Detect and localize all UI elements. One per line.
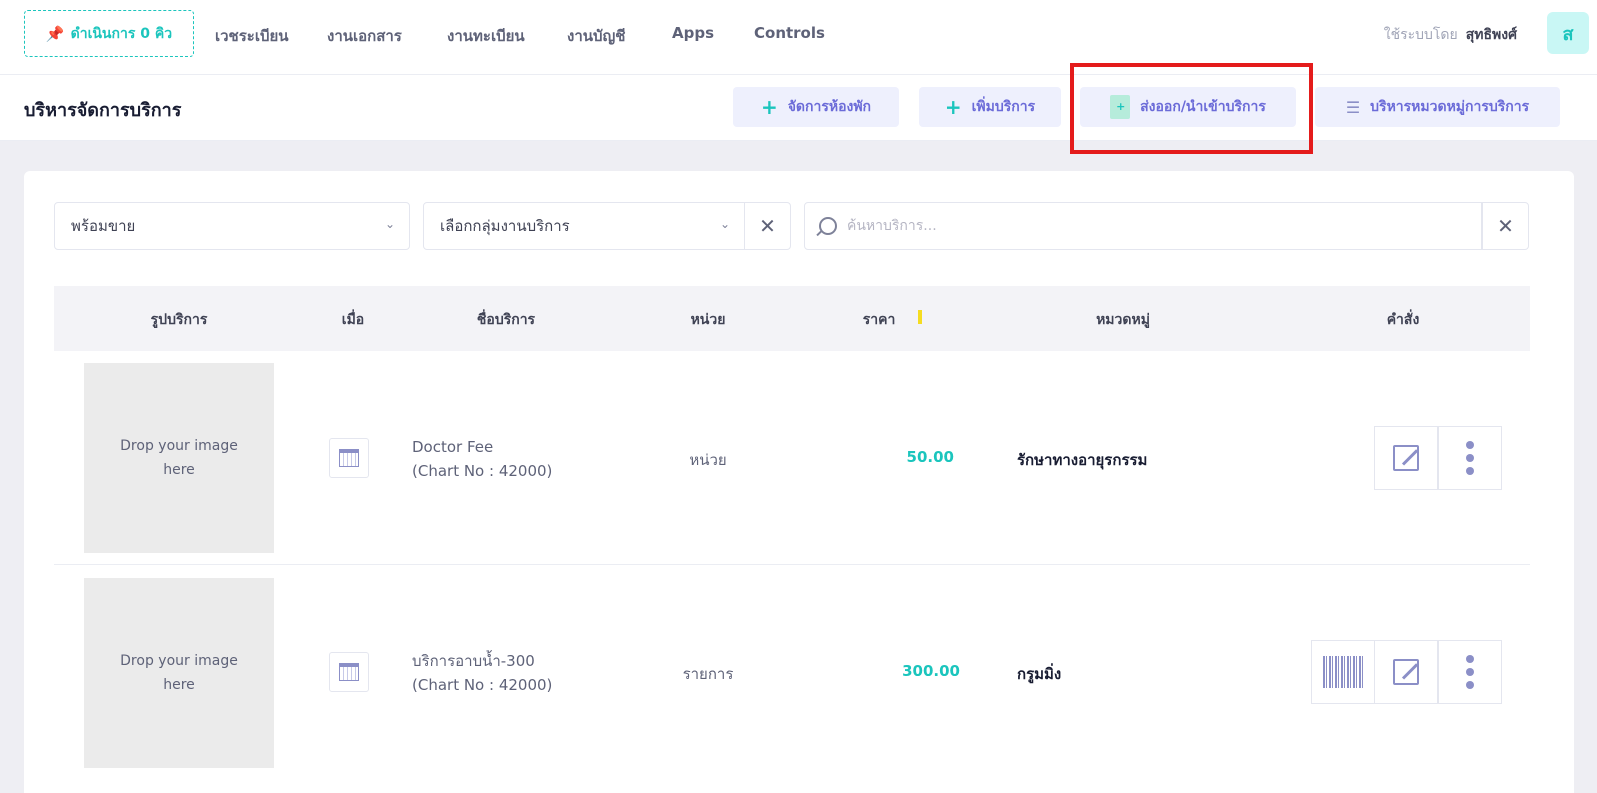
nav-item-medical-records[interactable]: เวชระเบียน — [215, 24, 289, 48]
sort-indicator-icon — [918, 310, 922, 324]
calendar-icon — [339, 663, 359, 681]
service-unit: หน่วย — [689, 451, 727, 469]
export-import-label: ส่งออก/นำเข้าบริการ — [1140, 99, 1266, 115]
nav-item-registration[interactable]: งานทะเบียน — [447, 24, 525, 48]
search-icon — [819, 217, 837, 235]
calendar-icon — [339, 449, 359, 467]
user-prefix: ใช้ระบบโดย — [1383, 27, 1458, 43]
table-row: Drop your image here Doctor Fee (Chart N… — [54, 351, 1530, 565]
file-import-icon — [1110, 95, 1131, 119]
add-service-label: เพิ่มบริการ — [971, 99, 1036, 115]
more-actions-button[interactable] — [1438, 640, 1502, 704]
image-dropzone[interactable]: Drop your image here — [84, 578, 274, 768]
header-when[interactable]: เมื่อ — [342, 309, 364, 331]
user-name[interactable]: สุทธิพงศ์ — [1466, 27, 1517, 43]
nav-item-apps[interactable]: Apps — [672, 24, 714, 42]
header-price[interactable]: ราคา — [863, 309, 896, 331]
edit-icon — [1393, 445, 1419, 471]
export-import-button[interactable]: ส่งออก/นำเข้าบริการ — [1080, 87, 1296, 127]
service-group-select-value: เลือกกลุ่มงานบริการ — [440, 217, 570, 235]
service-category: กรูมมิ่ง — [1017, 665, 1062, 683]
edit-button[interactable] — [1374, 640, 1438, 704]
header-category[interactable]: หมวดหมู่ — [1096, 309, 1150, 331]
plus-icon: + — [944, 95, 962, 119]
nav-item-accounting[interactable]: งานบัญชี — [567, 24, 625, 48]
header-image[interactable]: รูปบริการ — [151, 309, 208, 331]
manage-rooms-label: จัดการห้องพัก — [787, 99, 872, 115]
calendar-button[interactable] — [329, 652, 369, 692]
nav-item-controls[interactable]: Controls — [754, 24, 825, 42]
barcode-button[interactable] — [1311, 640, 1375, 704]
table-header: รูปบริการ เมื่อ ชื่อบริการ หน่วย ราคา หม… — [54, 286, 1530, 351]
service-title: บริการอาบน้ำ-300 — [412, 652, 535, 670]
header-name[interactable]: ชื่อบริการ — [477, 309, 535, 331]
clear-group-button[interactable]: ✕ — [744, 202, 791, 250]
service-category: รักษาทางอายุรกรรม — [1017, 451, 1148, 469]
header-actions: คำสั่ง — [1386, 312, 1420, 328]
more-vertical-icon — [1466, 655, 1474, 689]
service-group-select[interactable]: เลือกกลุ่มงานบริการ ⌄ — [423, 202, 745, 250]
pin-icon: 📌 — [45, 24, 65, 43]
status-select[interactable]: พร้อมขาย ⌄ — [54, 202, 410, 250]
service-unit: รายการ — [682, 665, 734, 683]
avatar[interactable]: ส — [1547, 12, 1589, 54]
manage-rooms-button[interactable]: + จัดการห้องพัก — [733, 87, 899, 127]
service-price: 50.00 — [906, 448, 954, 466]
service-chart-no: (Chart No : 42000) — [412, 676, 553, 694]
more-actions-button[interactable] — [1438, 426, 1502, 490]
service-name: บริการอาบน้ำ-300 (Chart No : 42000) — [412, 649, 552, 697]
barcode-icon — [1323, 656, 1363, 688]
top-navbar: 📌 ดำเนินการ 0 คิว เวชระเบียน งานเอกสาร ง… — [0, 0, 1597, 75]
subheader: บริหารจัดการบริการ + จัดการห้องพัก + เพิ… — [0, 75, 1597, 141]
services-card: พร้อมขาย ⌄ เลือกกลุ่มงานบริการ ⌄ ✕ ✕ รูป… — [24, 171, 1574, 793]
service-chart-no: (Chart No : 42000) — [412, 462, 553, 480]
service-title: Doctor Fee — [412, 438, 494, 456]
manage-categories-button[interactable]: ☰ บริหารหมวดหมู่การบริการ — [1315, 87, 1560, 127]
calendar-button[interactable] — [329, 438, 369, 478]
status-select-value: พร้อมขาย — [71, 217, 136, 235]
chevron-down-icon: ⌄ — [719, 217, 730, 231]
close-icon: ✕ — [1497, 214, 1514, 238]
search-input[interactable] — [847, 218, 1447, 234]
service-price: 300.00 — [902, 662, 960, 680]
close-icon: ✕ — [759, 214, 776, 238]
image-dropzone[interactable]: Drop your image here — [84, 363, 274, 553]
service-name: Doctor Fee (Chart No : 42000) — [412, 435, 552, 483]
queue-button[interactable]: 📌 ดำเนินการ 0 คิว — [24, 10, 194, 57]
search-box — [804, 202, 1482, 250]
manage-categories-label: บริหารหมวดหมู่การบริการ — [1370, 99, 1530, 115]
edit-button[interactable] — [1374, 426, 1438, 490]
add-service-button[interactable]: + เพิ่มบริการ — [919, 87, 1061, 127]
edit-icon — [1393, 659, 1419, 685]
nav-item-documents[interactable]: งานเอกสาร — [327, 24, 402, 48]
queue-label: ดำเนินการ 0 คิว — [70, 25, 173, 42]
layers-icon: ☰ — [1345, 97, 1361, 117]
more-vertical-icon — [1466, 441, 1474, 475]
plus-icon: + — [760, 95, 778, 119]
header-unit[interactable]: หน่วย — [691, 309, 726, 331]
chevron-down-icon: ⌄ — [384, 217, 395, 231]
user-info: ใช้ระบบโดย สุทธิพงศ์ — [1384, 24, 1517, 46]
clear-search-button[interactable]: ✕ — [1482, 202, 1529, 250]
page-title: บริหารจัดการบริการ — [24, 100, 182, 121]
table-row: Drop your image here บริการอาบน้ำ-300 (C… — [54, 566, 1530, 780]
